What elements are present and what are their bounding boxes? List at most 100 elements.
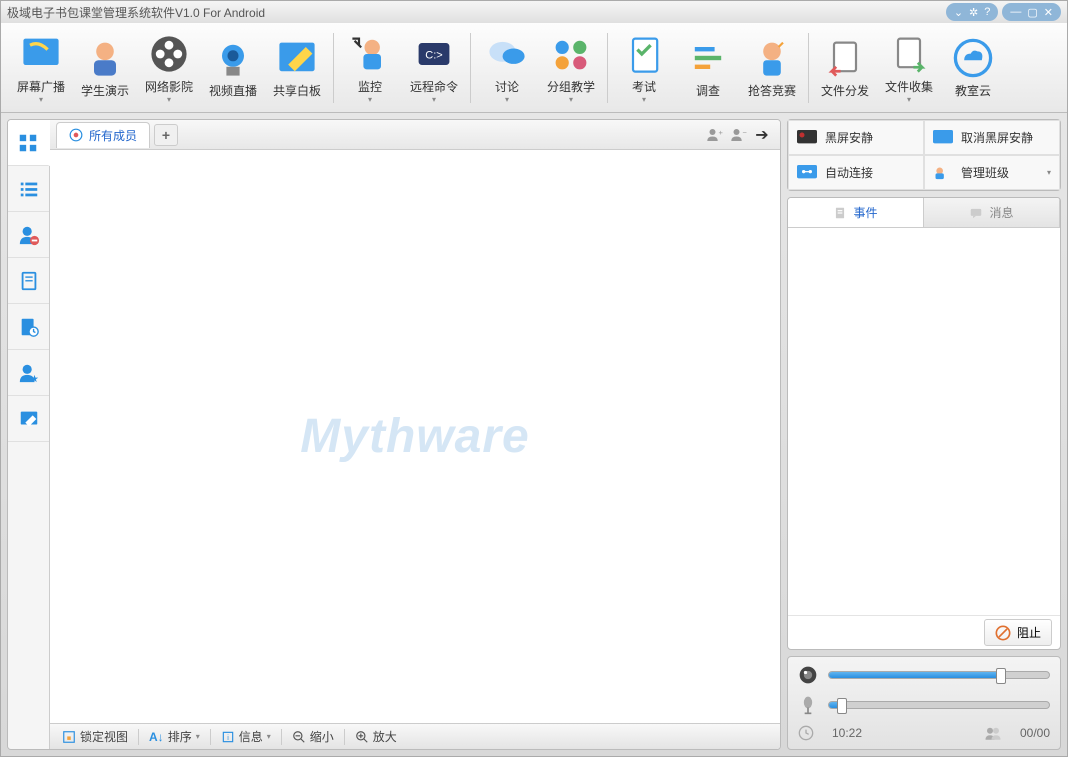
info-icon: i: [221, 730, 235, 744]
members-content: 所有成员 + + − ➔ Mythware 锁定视图: [50, 120, 780, 749]
screen-icon: [933, 130, 953, 146]
qa-black-screen[interactable]: 黑屏安静: [788, 120, 924, 155]
add-tab-button[interactable]: +: [154, 124, 178, 146]
remote-icon: C:>: [412, 32, 456, 76]
film-icon: [147, 32, 191, 76]
zoom-out-icon: [292, 730, 306, 744]
close-icon[interactable]: ✕: [1044, 6, 1053, 19]
message-icon: [969, 206, 983, 220]
status-sort[interactable]: A↓ 排序▾: [143, 728, 206, 745]
status-info[interactable]: i 信息▾: [215, 728, 277, 745]
qa-manage-class[interactable]: 管理班级 ▾: [924, 155, 1060, 190]
right-panel: 黑屏安静 取消黑屏安静 自动连接 管理班级 ▾: [787, 119, 1061, 750]
expand-down-icon[interactable]: ⌄: [954, 6, 963, 19]
statusbar: 锁定视图 A↓ 排序▾ i 信息▾ 缩小: [50, 723, 780, 749]
left-panel: 所有成员 + + − ➔ Mythware 锁定视图: [7, 119, 781, 750]
file-collect-icon: [887, 32, 931, 76]
tool-cinema[interactable]: 网络影院▾: [137, 30, 201, 106]
tab-events[interactable]: 事件: [788, 198, 924, 227]
tool-survey[interactable]: 调查: [676, 34, 740, 101]
monitor-icon: [348, 32, 392, 76]
watermark: Mythware: [300, 409, 529, 464]
tool-cloud[interactable]: 教室云: [941, 34, 1005, 101]
status-lock-view[interactable]: 锁定视图: [56, 728, 134, 745]
nav-list[interactable]: [8, 166, 49, 212]
tool-remote[interactable]: C:> 远程命令▾: [402, 30, 466, 106]
exam-icon: [622, 32, 666, 76]
arrow-right-icon[interactable]: ➔: [750, 123, 774, 147]
tool-exam[interactable]: 考试▾: [612, 30, 676, 106]
tool-quiz[interactable]: 抢答竞赛: [740, 34, 804, 101]
nav-history[interactable]: [8, 304, 49, 350]
svg-text:C:>: C:>: [425, 49, 442, 61]
members-canvas: Mythware: [50, 150, 780, 723]
mic-slider[interactable]: [828, 701, 1050, 709]
svg-text:−: −: [743, 128, 748, 137]
audio-status: 10:22 00/00: [798, 725, 1050, 741]
broadcast-icon: [19, 32, 63, 76]
tool-broadcast[interactable]: 屏幕广播▾: [9, 30, 73, 106]
tool-file-collect[interactable]: 文件收集▾: [877, 30, 941, 106]
speaker-row: [798, 665, 1050, 685]
tool-file-send[interactable]: 文件分发: [813, 34, 877, 101]
stop-button[interactable]: 阻止: [984, 619, 1052, 646]
content-header: 所有成员 + + − ➔: [50, 120, 780, 150]
tool-live[interactable]: 视频直播: [201, 34, 265, 101]
left-nav: [8, 120, 50, 749]
student-icon: [83, 36, 127, 80]
file-send-icon: [823, 36, 867, 80]
events-icon: [833, 206, 847, 220]
minimize-icon[interactable]: —: [1010, 6, 1021, 18]
members-tab-icon: [69, 128, 83, 142]
stop-icon: [995, 625, 1011, 641]
events-footer: 阻止: [788, 615, 1060, 649]
connect-icon: [797, 165, 817, 181]
sort-icon: A↓: [149, 730, 164, 744]
window-controls: ⌄ ✲ ? — ▢ ✕: [946, 3, 1061, 21]
user-remove-icon[interactable]: −: [726, 123, 750, 147]
tool-student-demo[interactable]: 学生演示: [73, 34, 137, 101]
tool-discuss[interactable]: 讨论▾: [475, 30, 539, 106]
nav-grid[interactable]: [8, 120, 50, 166]
tool-group[interactable]: 分组教学▾: [539, 30, 603, 106]
help-icon[interactable]: ?: [984, 6, 990, 18]
tool-monitor[interactable]: 监控▾: [338, 30, 402, 106]
speaker-slider[interactable]: [828, 671, 1050, 679]
svg-text:+: +: [719, 128, 724, 137]
black-screen-icon: [797, 130, 817, 146]
nav-user-remove[interactable]: [8, 212, 49, 258]
status-zoom-out[interactable]: 缩小: [286, 728, 340, 745]
nav-user-star[interactable]: [8, 350, 49, 396]
main-area: 所有成员 + + − ➔ Mythware 锁定视图: [1, 113, 1067, 756]
window-title: 极域电子书包课堂管理系统软件V1.0 For Android: [7, 4, 946, 21]
titlebar: 极域电子书包课堂管理系统软件V1.0 For Android ⌄ ✲ ? — ▢…: [1, 1, 1067, 23]
status-zoom-in[interactable]: 放大: [349, 728, 403, 745]
mic-icon[interactable]: [798, 695, 818, 715]
qa-unblack-screen[interactable]: 取消黑屏安静: [924, 120, 1060, 155]
window-state-group: — ▢ ✕: [1002, 3, 1061, 21]
members-tab[interactable]: 所有成员: [56, 122, 150, 148]
maximize-icon[interactable]: ▢: [1027, 6, 1037, 19]
speaker-icon[interactable]: [798, 665, 818, 685]
qa-auto-connect[interactable]: 自动连接: [788, 155, 924, 190]
events-tabs: 事件 消息: [788, 198, 1060, 228]
nav-edit[interactable]: [8, 396, 49, 442]
lock-icon: [62, 730, 76, 744]
tab-messages[interactable]: 消息: [924, 198, 1060, 227]
window-settings-group: ⌄ ✲ ?: [946, 3, 999, 21]
svg-text:i: i: [227, 734, 229, 741]
cloud-icon: [951, 36, 995, 80]
quick-actions: 黑屏安静 取消黑屏安静 自动连接 管理班级 ▾: [787, 119, 1061, 191]
events-panel: 事件 消息 阻止: [787, 197, 1061, 650]
group-icon: [549, 32, 593, 76]
nav-document[interactable]: [8, 258, 49, 304]
quiz-icon: [750, 36, 794, 80]
user-add-icon[interactable]: +: [702, 123, 726, 147]
people-icon: [984, 726, 1002, 740]
clock-icon: [798, 725, 814, 741]
time-label: 10:22: [832, 726, 862, 740]
zoom-in-icon: [355, 730, 369, 744]
tool-whiteboard[interactable]: 共享白板: [265, 34, 329, 101]
gear-icon[interactable]: ✲: [969, 6, 978, 19]
camera-icon: [211, 36, 255, 80]
